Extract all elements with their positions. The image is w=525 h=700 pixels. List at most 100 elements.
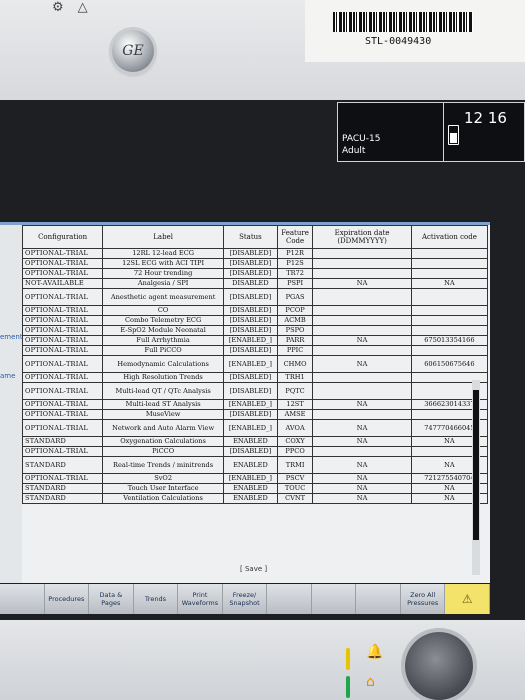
cell-configuration: STANDARD	[21, 493, 104, 504]
table-row[interactable]: OPTIONAL-TRIAL 12RL 12-lead ECG [DISABLED]…	[21, 248, 489, 259]
table-row[interactable]: OPTIONAL-TRIAL CO [DISABLED] PCOP	[21, 305, 489, 316]
table-row[interactable]: OPTIONAL-TRIAL E-SpO2 Module Neonatal [DIS…	[21, 325, 489, 336]
side-menu: ement ame	[0, 225, 23, 583]
cell-expiration	[312, 372, 412, 383]
cell-label: Ventilation Calculations	[102, 493, 225, 504]
asset-sticker: STL-0049430	[305, 0, 525, 62]
col-expiration: Expiration date (DDMMYYYY)	[312, 225, 412, 249]
table-row[interactable]: STANDARD Ventilation Calculations ENABLED C…	[21, 493, 489, 504]
table-row[interactable]: STANDARD Oxygenation Calculations ENABLED C…	[21, 436, 489, 447]
cell-activation	[410, 268, 489, 279]
softkey-zero-all-pressures[interactable]: Zero All Pressures	[400, 584, 446, 614]
cell-label: CO	[102, 305, 225, 316]
table-row[interactable]: OPTIONAL-TRIAL Combo Telemetry ECG [DISABL…	[21, 315, 489, 326]
table-row[interactable]: STANDARD Touch User Interface ENABLED TOUC N…	[21, 483, 489, 494]
cell-status: [DISABLED]	[223, 325, 278, 336]
cell-configuration: OPTIONAL-TRIAL	[21, 419, 104, 437]
cell-label: Multi-lead ST Analysis	[102, 399, 225, 410]
col-status: Status	[223, 225, 278, 249]
cell-feature-code: PQTC	[276, 382, 314, 400]
table-row[interactable]: OPTIONAL-TRIAL Network and Auto Alarm Vie…	[21, 419, 489, 437]
scrollbar-thumb[interactable]	[473, 390, 479, 540]
cell-expiration: NA	[312, 335, 412, 346]
cell-feature-code: COXY	[276, 436, 314, 447]
cell-feature-code: TRH1	[276, 372, 314, 383]
cell-status: [DISABLED]	[223, 446, 278, 457]
cell-expiration	[312, 382, 412, 400]
cell-activation	[410, 288, 489, 306]
cell-status: ENABLED	[223, 436, 278, 447]
cell-expiration	[312, 248, 412, 259]
softkey-trends[interactable]: Trends	[133, 584, 179, 614]
cell-status: [ENABLED_]	[223, 419, 278, 437]
cell-expiration: NA	[312, 399, 412, 410]
table-row[interactable]: OPTIONAL-TRIAL Full Arrhythmia [ENABLED_] P…	[21, 335, 489, 346]
trim-knob[interactable]	[405, 632, 473, 700]
softkey-procedures[interactable]: Procedures	[44, 584, 90, 614]
table-row[interactable]: OPTIONAL-TRIAL 72 Hour trending [DISABLED]…	[21, 268, 489, 279]
cell-label: 12SL ECG with ACI TIPI	[102, 258, 225, 269]
battery-icon	[448, 125, 459, 145]
cell-configuration: OPTIONAL-TRIAL	[21, 399, 104, 410]
table-row[interactable]: OPTIONAL-TRIAL SvO2 [ENABLED_] PSCV NA 721275…	[21, 473, 489, 484]
table-row[interactable]: OPTIONAL-TRIAL Anesthetic agent measureme…	[21, 288, 489, 306]
table-row[interactable]: OPTIONAL-TRIAL 12SL ECG with ACI TIPI [DIS…	[21, 258, 489, 269]
softkey-data-pages[interactable]: Data & Pages	[89, 584, 134, 614]
cell-label: PiCCO	[102, 446, 225, 457]
cell-status: ENABLED	[223, 493, 278, 504]
cell-status: [DISABLED]	[223, 288, 278, 306]
softkey-blank[interactable]	[0, 584, 45, 614]
cell-expiration: NA	[312, 278, 412, 289]
table-row[interactable]: OPTIONAL-TRIAL Full PiCCO [DISABLED] PPIC	[21, 345, 489, 356]
table-row[interactable]: OPTIONAL-TRIAL PiCCO [DISABLED] PPCO	[21, 446, 489, 457]
alarm-silence-icon[interactable]: ⚠	[445, 584, 491, 614]
softkey-disabled[interactable]	[356, 584, 401, 614]
softkey-disabled[interactable]	[311, 584, 357, 614]
table-scrollbar[interactable]	[472, 380, 480, 575]
cell-feature-code: TOUC	[276, 483, 314, 494]
cell-configuration: OPTIONAL-TRIAL	[21, 345, 104, 356]
alarm-bell-icon[interactable]: 🔔	[366, 644, 383, 660]
table-row[interactable]: STANDARD Real-time Trends / minitrends ENA…	[21, 456, 489, 474]
table-row[interactable]: OPTIONAL-TRIAL Multi-lead ST Analysis [ENA…	[21, 399, 489, 410]
cell-label: 72 Hour trending	[102, 268, 225, 279]
cell-configuration: STANDARD	[21, 483, 104, 494]
device-bezel-bottom: 🔔 ⌂	[0, 620, 525, 700]
col-label: Label	[102, 225, 225, 249]
cell-status: [ENABLED_]	[223, 335, 278, 346]
cell-feature-code: PARR	[276, 335, 314, 346]
cell-status: [DISABLED]	[223, 258, 278, 269]
save-button[interactable]: [ Save ]	[240, 565, 267, 573]
status-divider	[443, 103, 444, 161]
table-row[interactable]: OPTIONAL-TRIAL MuseView [DISABLED] AMSE	[21, 409, 489, 420]
side-menu-item[interactable]: ement	[0, 333, 23, 341]
col-configuration: Configuration	[21, 225, 104, 249]
softkey-print-waveforms[interactable]: Print Waveforms	[178, 584, 223, 614]
cell-feature-code: PSCV	[276, 473, 314, 484]
table-row[interactable]: NOT-AVAILABLE Analgesia / SPI DISABLED PSPI…	[21, 278, 489, 289]
side-menu-item[interactable]: ame	[0, 372, 15, 380]
cell-configuration: OPTIONAL-TRIAL	[21, 305, 104, 316]
patient-status-box[interactable]: PACU-15 Adult 12 16	[337, 102, 525, 162]
software-options-window: ement ame Configuration Label Status Fea…	[0, 222, 490, 583]
cell-activation: NA	[410, 278, 489, 289]
unit-label: PACU-15	[342, 134, 381, 144]
softkey-freeze-snapshot[interactable]: Freeze/ Snapshot	[222, 584, 268, 614]
cell-feature-code: P12S	[276, 258, 314, 269]
barcode	[333, 12, 473, 32]
table-row[interactable]: OPTIONAL-TRIAL Multi-lead QT / QTc Analys…	[21, 382, 489, 400]
cell-expiration	[312, 345, 412, 356]
cell-expiration: NA	[312, 483, 412, 494]
cell-status: [DISABLED]	[223, 268, 278, 279]
home-icon[interactable]: ⌂	[366, 674, 375, 690]
cell-feature-code: TR72	[276, 268, 314, 279]
table-row[interactable]: OPTIONAL-TRIAL High Resolution Trends [DIS…	[21, 372, 489, 383]
table-row[interactable]: OPTIONAL-TRIAL Hemodynamic Calculations [E…	[21, 355, 489, 373]
cell-expiration	[312, 325, 412, 336]
cell-expiration	[312, 315, 412, 326]
cell-status: ENABLED	[223, 456, 278, 474]
options-table: Configuration Label Status Feature Code …	[21, 225, 489, 504]
softkey-disabled[interactable]	[267, 584, 312, 614]
cell-label: Hemodynamic Calculations	[102, 355, 225, 373]
cell-feature-code: AVOA	[276, 419, 314, 437]
